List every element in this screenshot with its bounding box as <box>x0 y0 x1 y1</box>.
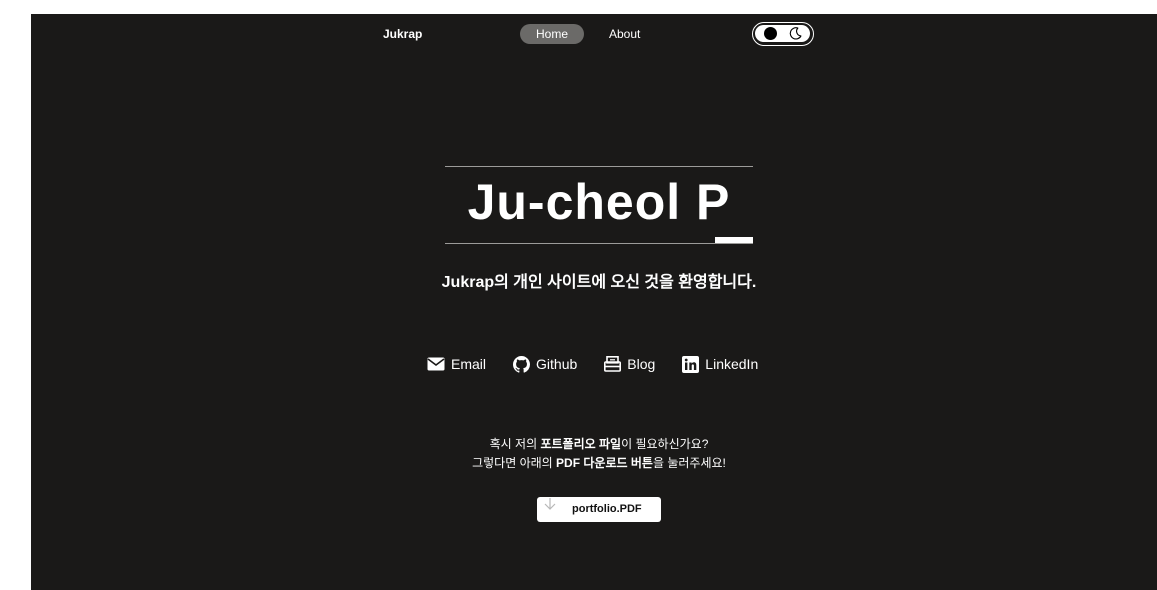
download-button-label: portfolio.PDF <box>572 503 642 515</box>
download-arrow-icon <box>544 498 556 510</box>
link-linkedin-label: LinkedIn <box>705 356 759 372</box>
brand-logo[interactable]: Jukrap <box>383 26 422 42</box>
link-email-label: Email <box>451 356 487 372</box>
moon-icon <box>789 27 802 40</box>
hero-rule-bottom <box>445 243 753 244</box>
theme-toggle[interactable] <box>752 22 814 46</box>
linkedin-icon <box>682 355 700 373</box>
link-github-label: Github <box>536 356 578 372</box>
link-email[interactable]: Email <box>427 354 486 374</box>
hero-rule-top <box>445 166 753 167</box>
github-icon <box>513 355 531 373</box>
social-links: Email Github Blog LinkedIn <box>427 354 758 374</box>
portfolio-prompt: 혹시 저의 포트폴리오 파일이 필요하신가요? 그렇다면 아래의 PDF 다운로… <box>321 435 877 473</box>
portfolio-prompt-line-1: 혹시 저의 포트폴리오 파일이 필요하신가요? <box>489 437 709 451</box>
theme-toggle-track <box>755 25 810 42</box>
link-blog[interactable]: Blog <box>604 354 655 374</box>
page-container: Jukrap Home About Ju-cheol P Jukrap의 개인 … <box>31 14 1157 590</box>
nav-item-about[interactable]: About <box>609 26 640 42</box>
link-blog-label: Blog <box>627 356 656 372</box>
link-linkedin[interactable]: LinkedIn <box>682 354 758 374</box>
circle-icon <box>764 27 777 40</box>
hero-subtitle: Jukrap의 개인 사이트에 오신 것을 환영합니다. <box>441 274 757 291</box>
blog-icon <box>604 356 622 372</box>
portfolio-prompt-line-2: 그렇다면 아래의 PDF 다운로드 버튼을 눌러주세요! <box>472 456 726 470</box>
link-github[interactable]: Github <box>513 354 577 374</box>
hero-title: Ju-cheol P <box>467 174 731 230</box>
nav-item-home[interactable]: Home <box>520 24 584 44</box>
download-portfolio-button[interactable]: portfolio.PDF <box>537 497 661 522</box>
envelope-icon <box>427 357 445 371</box>
